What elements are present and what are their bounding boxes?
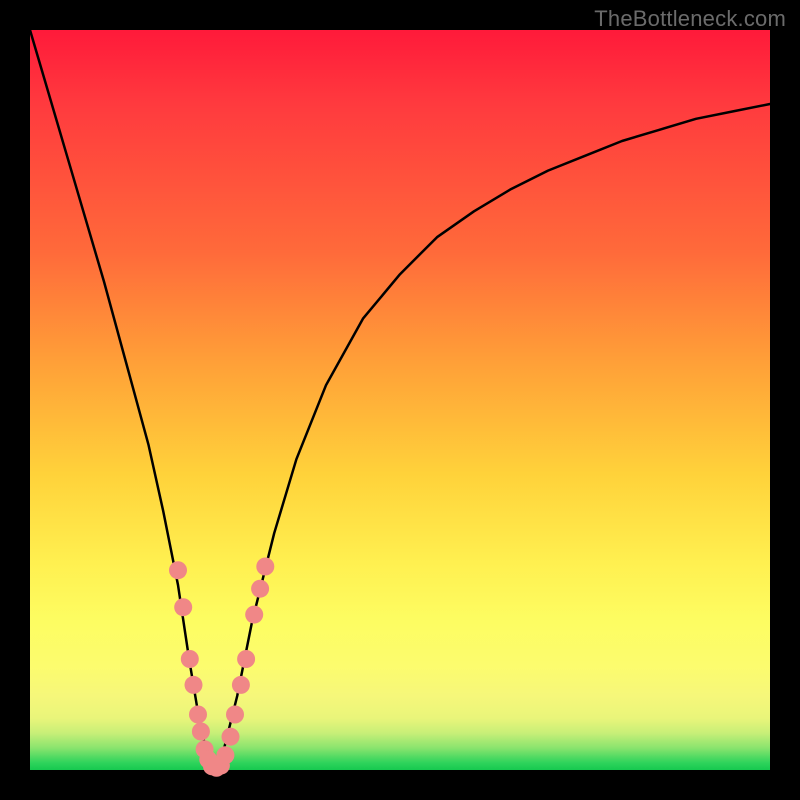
marker-group	[169, 558, 274, 777]
marker-point	[256, 558, 274, 576]
bottleneck-curve-path	[30, 30, 770, 770]
marker-point	[222, 728, 240, 746]
chart-frame: TheBottleneck.com	[0, 0, 800, 800]
marker-point	[216, 746, 234, 764]
marker-point	[237, 650, 255, 668]
marker-point	[192, 723, 210, 741]
bottleneck-curve	[30, 30, 770, 770]
marker-point	[226, 706, 244, 724]
marker-point	[245, 606, 263, 624]
marker-point	[232, 676, 250, 694]
curve-svg	[30, 30, 770, 770]
marker-point	[251, 580, 269, 598]
marker-point	[169, 561, 187, 579]
marker-point	[189, 706, 207, 724]
marker-point	[181, 650, 199, 668]
marker-point	[174, 598, 192, 616]
watermark-text: TheBottleneck.com	[594, 6, 786, 32]
plot-area	[30, 30, 770, 770]
marker-point	[185, 676, 203, 694]
